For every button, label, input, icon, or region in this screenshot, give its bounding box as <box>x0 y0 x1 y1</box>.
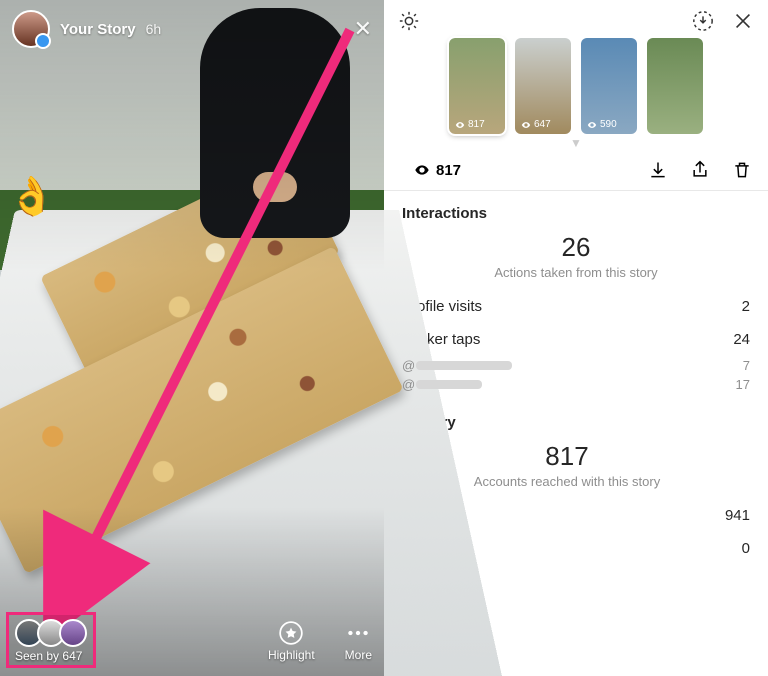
highlight-icon <box>278 620 304 646</box>
actions-subtext: Actions taken from this story <box>402 265 750 280</box>
story-header: Your Story 6h ✕ <box>12 10 372 48</box>
story-thumbnail[interactable]: 647 <box>515 38 571 134</box>
more-icon <box>345 620 371 646</box>
story-viewer: 👌 Your Story 6h ✕ Seen by 647 <box>0 0 384 676</box>
share-icon[interactable] <box>690 160 710 180</box>
story-thumbnail[interactable]: 590 <box>581 38 637 134</box>
story-bottom-actions: Highlight More <box>268 620 372 662</box>
thumbnail-pointer: ▼ <box>384 136 768 150</box>
mention-row: @ 7 <box>402 356 750 375</box>
save-archive-icon[interactable] <box>692 10 714 32</box>
download-icon[interactable] <box>648 160 668 180</box>
seen-by-avatars <box>15 619 87 647</box>
story-thumbnail[interactable]: 817 <box>449 38 505 134</box>
insights-toolbar: 817 <box>384 150 768 191</box>
seen-by-button[interactable]: Seen by 647 <box>6 612 96 668</box>
metric-row-profile-visits: Profile visits 2 <box>402 290 750 323</box>
actions-count: 26 <box>402 232 750 263</box>
eye-icon <box>414 162 430 178</box>
interactions-section: Interactions 26 Actions taken from this … <box>384 191 768 400</box>
ok-hand-emoji: 👌 <box>8 175 55 219</box>
highlight-button[interactable]: Highlight <box>268 620 315 662</box>
more-button[interactable]: More <box>345 620 372 662</box>
user-avatar[interactable] <box>12 10 50 48</box>
story-time: 6h <box>146 21 162 37</box>
story-thumbnail-strip: 817 647 590 <box>384 34 768 140</box>
metric-row-sticker-taps: Sticker taps 24 <box>402 323 750 356</box>
mention-row: @ 17 <box>402 375 750 394</box>
seen-by-label: Seen by 647 <box>15 649 87 663</box>
story-title: Your Story <box>60 21 136 38</box>
trash-icon[interactable] <box>732 160 752 180</box>
settings-icon[interactable] <box>398 10 420 32</box>
views-count: 817 <box>414 162 461 179</box>
section-title: Interactions <box>402 205 750 222</box>
viewer-avatar <box>59 619 87 647</box>
close-icon[interactable] <box>732 10 754 32</box>
story-thumbnail[interactable] <box>647 38 703 134</box>
story-gradient-overlay <box>0 0 384 676</box>
insights-top-bar <box>384 0 768 34</box>
close-icon[interactable]: ✕ <box>354 16 372 42</box>
